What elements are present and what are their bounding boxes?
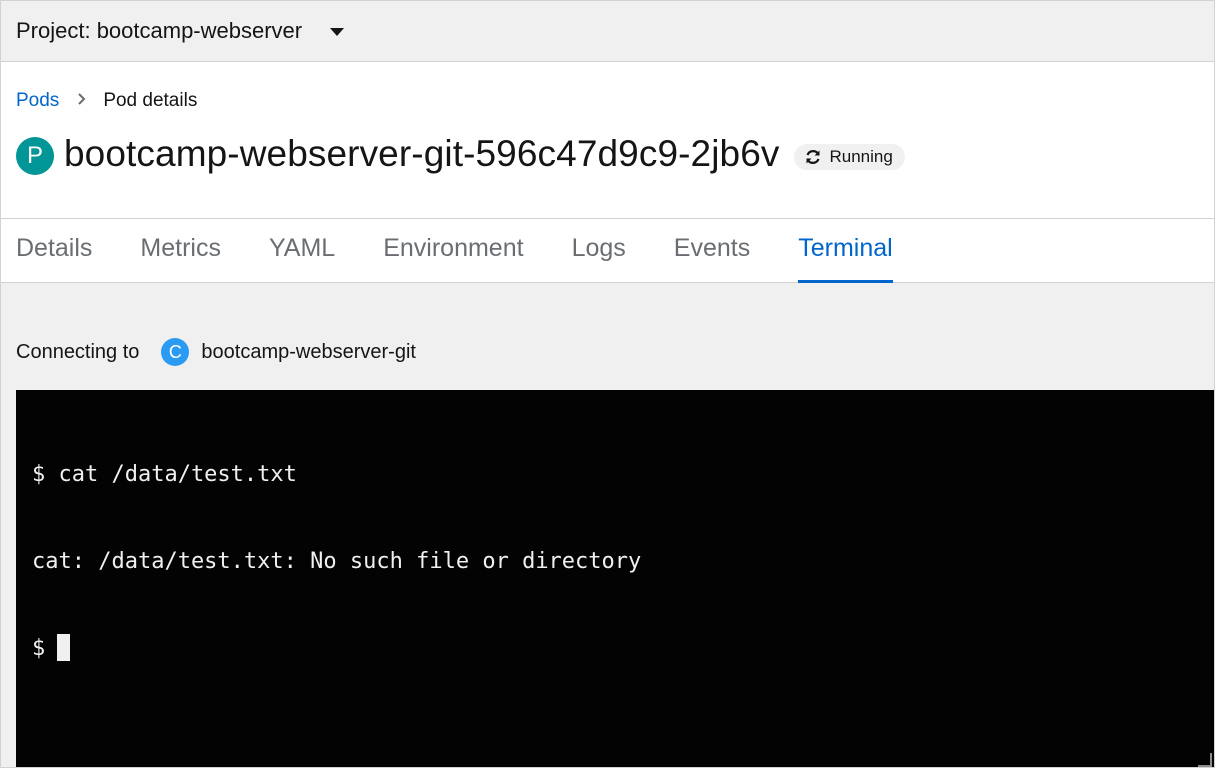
connecting-label: Connecting to [16, 340, 140, 363]
tab-events[interactable]: Events [674, 219, 750, 282]
tab-bar: Details Metrics YAML Environment Logs Ev… [1, 219, 1214, 283]
status-text: Running [829, 147, 893, 166]
terminal-prompt: $ [32, 636, 46, 661]
breadcrumb-current: Pod details [103, 90, 198, 111]
caret-down-icon [330, 28, 345, 36]
container-resource-badge: C [161, 338, 190, 366]
terminal-prompt-line: $ [32, 634, 1214, 663]
title-row: P bootcamp-webserver-git-596c47d9c9-2jb6… [16, 133, 905, 175]
status-badge: Running [793, 144, 905, 170]
tab-logs[interactable]: Logs [572, 219, 626, 282]
chevron-right-icon [77, 92, 87, 110]
terminal-cursor [57, 634, 71, 661]
tab-metrics[interactable]: Metrics [140, 219, 221, 282]
tab-yaml[interactable]: YAML [269, 219, 335, 282]
breadcrumb-pods-link[interactable]: Pods [16, 90, 59, 112]
terminal-line: $ cat /data/test.txt [32, 462, 297, 487]
tab-environment[interactable]: Environment [383, 219, 523, 282]
tab-terminal[interactable]: Terminal [798, 219, 894, 283]
connecting-row: Connecting to C bootcamp-webserver-git [16, 338, 416, 366]
container-name[interactable]: bootcamp-webserver-git [201, 341, 416, 364]
page-header: Pods Pod details P bootcamp-webserver-gi… [1, 62, 1214, 219]
breadcrumb: Pods Pod details [16, 90, 197, 112]
project-bar: Project: bootcamp-webserver [1, 1, 1214, 62]
page-title: bootcamp-webserver-git-596c47d9c9-2jb6v [64, 133, 780, 174]
resize-handle[interactable] [1198, 753, 1212, 767]
project-label: Project: bootcamp-webserver [16, 18, 303, 43]
terminal-line: cat: /data/test.txt: No such file or dir… [32, 549, 642, 574]
terminal-tab-content: Connecting to C bootcamp-webserver-git $… [1, 283, 1214, 767]
terminal-console[interactable]: $ cat /data/test.txt cat: /data/test.txt… [16, 390, 1214, 767]
pod-resource-badge: P [16, 137, 54, 175]
pod-details-page: Project: bootcamp-webserver Pods Pod det… [0, 0, 1215, 768]
sync-icon [804, 148, 822, 166]
project-selector-dropdown[interactable]: Project: bootcamp-webserver [16, 18, 345, 44]
tab-details[interactable]: Details [16, 219, 92, 282]
